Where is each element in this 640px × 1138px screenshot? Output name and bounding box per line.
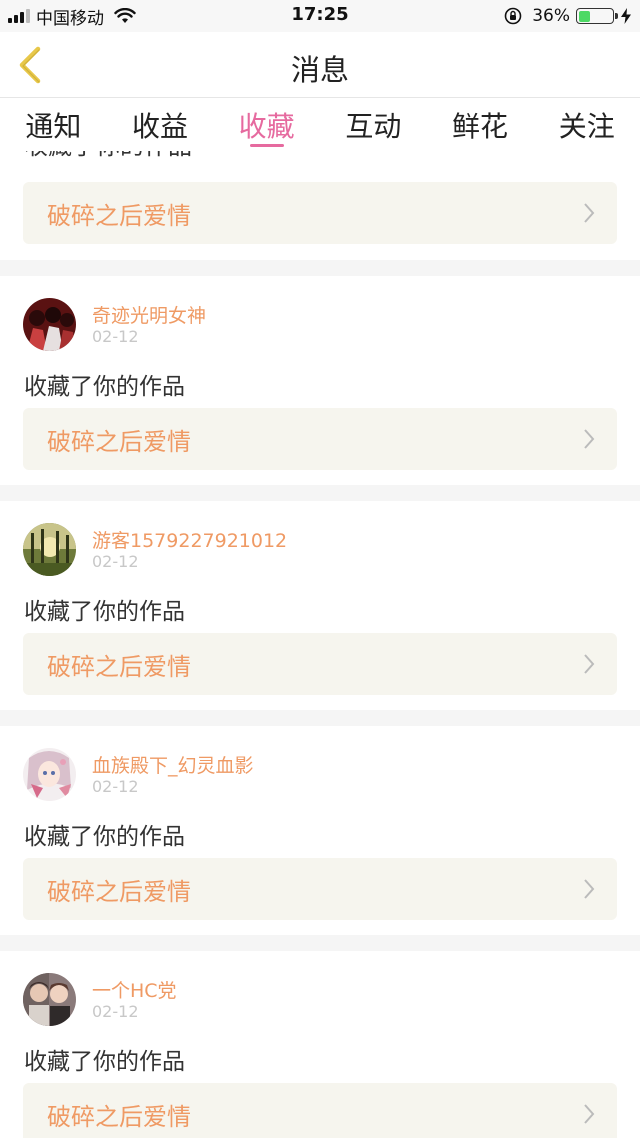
date: 02-12 <box>92 552 139 571</box>
chevron-right-icon <box>584 1104 595 1124</box>
favorites-feed[interactable]: 收藏了你的作品 破碎之后爱情 奇迹光明女神 02-12 收藏了你的作 <box>0 151 640 1138</box>
tab-label: 互动 <box>345 110 402 143</box>
section-divider <box>0 935 640 951</box>
chevron-right-icon <box>584 654 595 674</box>
section-divider <box>0 485 640 501</box>
tab-label: 关注 <box>558 110 615 143</box>
list-item: 奇迹光明女神 02-12 收藏了你的作品 破碎之后爱情 <box>0 276 640 485</box>
partial-action-text: 收藏了你的作品 <box>0 151 640 171</box>
tab-follow[interactable]: 关注 <box>533 99 640 151</box>
avatar-red-girls-icon <box>23 298 76 351</box>
list-item: 一个HC党 02-12 收藏了你的作品 破碎之后爱情 <box>0 951 640 1138</box>
action-text: 收藏了你的作品 <box>24 374 185 400</box>
tab-label: 收益 <box>132 110 189 143</box>
action-text: 收藏了你的作品 <box>24 1049 185 1075</box>
action-text: 收藏了你的作品 <box>24 824 185 850</box>
action-text: 收藏了你的作品 <box>24 599 185 625</box>
tab-flowers[interactable]: 鲜花 <box>427 99 534 151</box>
avatar-forest-icon <box>23 523 76 576</box>
tab-earnings[interactable]: 收益 <box>107 99 214 151</box>
section-divider <box>0 710 640 726</box>
username[interactable]: 游客1579227921012 <box>92 526 287 553</box>
date: 02-12 <box>92 777 139 796</box>
message-tabs: 通知 收益 收藏 互动 鲜花 关注 <box>0 99 640 151</box>
work-link[interactable]: 破碎之后爱情 <box>23 408 617 470</box>
work-link[interactable]: 破碎之后爱情 <box>23 182 617 244</box>
chevron-right-icon <box>584 429 595 449</box>
nav-bar: 消息 <box>0 32 640 98</box>
tab-label: 收藏 <box>238 110 295 143</box>
list-item: 游客1579227921012 02-12 收藏了你的作品 破碎之后爱情 <box>0 501 640 710</box>
chevron-right-icon <box>584 879 595 899</box>
work-title: 破碎之后爱情 <box>47 878 191 906</box>
username[interactable]: 血族殿下_幻灵血影 <box>92 751 254 778</box>
username[interactable]: 奇迹光明女神 <box>92 301 206 328</box>
list-item: 血族殿下_幻灵血影 02-12 收藏了你的作品 破碎之后爱情 <box>0 726 640 935</box>
work-title: 破碎之后爱情 <box>47 202 191 230</box>
avatar[interactable] <box>23 973 76 1026</box>
tab-notice[interactable]: 通知 <box>0 99 107 151</box>
chevron-right-icon <box>584 203 595 223</box>
charging-bolt-icon <box>621 8 631 24</box>
username[interactable]: 一个HC党 <box>92 976 177 1003</box>
tab-interaction[interactable]: 互动 <box>320 99 427 151</box>
tab-label: 鲜花 <box>452 110 509 143</box>
status-bar: 中国移动 17:25 36% <box>0 0 640 32</box>
avatar-anime-girl-icon <box>23 748 76 801</box>
avatar[interactable] <box>23 523 76 576</box>
work-link[interactable]: 破碎之后爱情 <box>23 633 617 695</box>
battery-percent: 36% <box>532 6 570 26</box>
work-title: 破碎之后爱情 <box>47 428 191 456</box>
avatar[interactable] <box>23 748 76 801</box>
section-divider <box>0 260 640 276</box>
status-right: 36% <box>504 5 632 27</box>
battery-icon <box>576 8 618 24</box>
tab-label: 通知 <box>25 110 82 143</box>
avatar-two-people-icon <box>23 973 76 1026</box>
page-title: 消息 <box>290 53 349 87</box>
avatar[interactable] <box>23 298 76 351</box>
tab-favorites[interactable]: 收藏 <box>213 99 320 151</box>
work-link[interactable]: 破碎之后爱情 <box>23 858 617 920</box>
work-title: 破碎之后爱情 <box>47 653 191 681</box>
active-tab-indicator <box>249 144 284 147</box>
work-title: 破碎之后爱情 <box>47 1103 191 1131</box>
date: 02-12 <box>92 1002 139 1021</box>
work-link[interactable]: 破碎之后爱情 <box>23 1083 617 1138</box>
rotation-lock-icon <box>504 7 522 25</box>
date: 02-12 <box>92 327 139 346</box>
